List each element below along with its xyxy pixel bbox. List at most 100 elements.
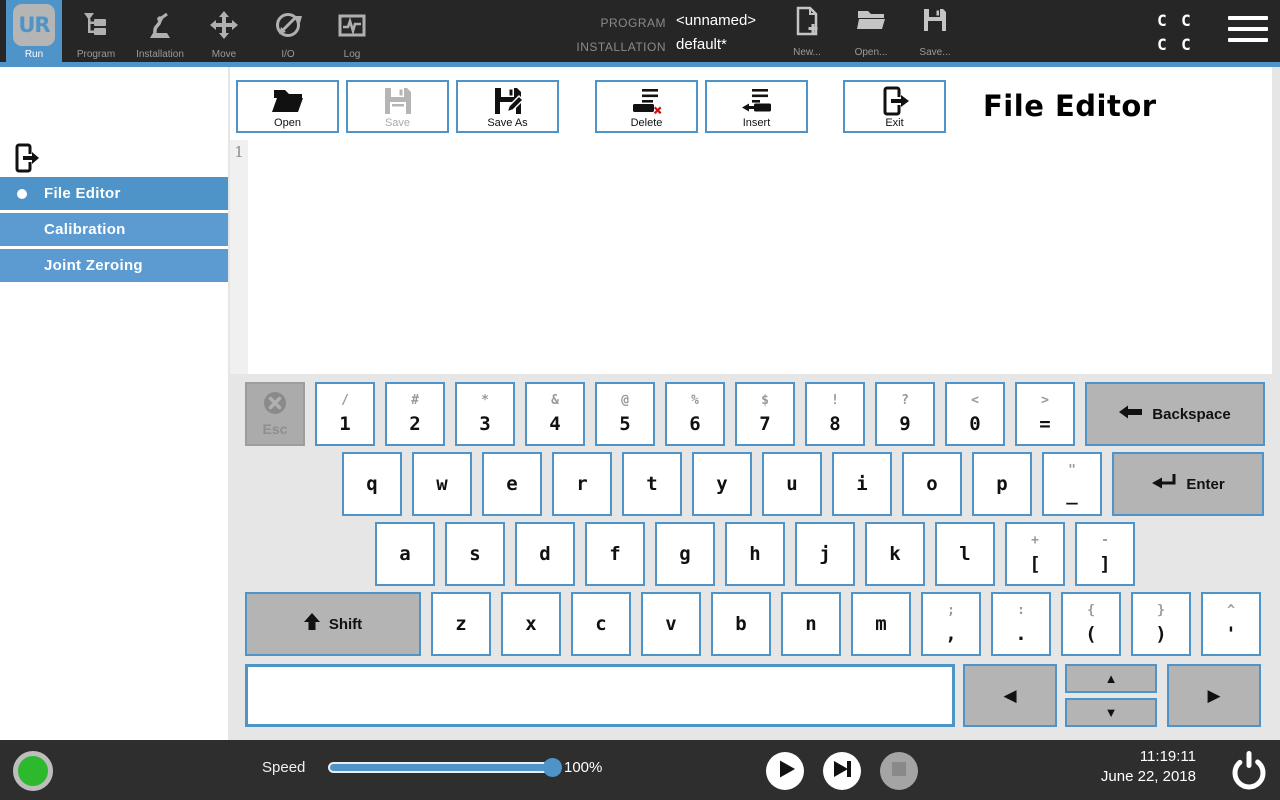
speed-slider-thumb[interactable] xyxy=(543,758,562,777)
tab-run[interactable]: UR Run xyxy=(6,0,62,62)
corner-letter: C xyxy=(1150,35,1174,54)
editor-text-area[interactable] xyxy=(248,140,1272,374)
cursor-right-key[interactable]: ▶ xyxy=(1167,664,1261,727)
keyboard-row-2: qwerty u iop"_ Enter xyxy=(342,452,1264,516)
key-paren-close[interactable]: }) xyxy=(1131,592,1191,656)
sidebar-item-calibration[interactable]: Calibration xyxy=(0,213,228,246)
key-l[interactable]: l xyxy=(935,522,995,586)
tab-installation[interactable]: Installation xyxy=(128,0,192,62)
key-2[interactable]: #2 xyxy=(385,382,445,446)
enter-key-label: Enter xyxy=(1186,476,1224,493)
key-k[interactable]: k xyxy=(865,522,925,586)
key-equals[interactable]: >= xyxy=(1015,382,1075,446)
key-b[interactable]: b xyxy=(711,592,771,656)
key-4[interactable]: &4 xyxy=(525,382,585,446)
key-s[interactable]: s xyxy=(445,522,505,586)
key-period[interactable]: :. xyxy=(991,592,1051,656)
step-button[interactable] xyxy=(823,752,861,790)
save-button[interactable]: Save xyxy=(346,80,449,133)
hamburger-menu-icon[interactable] xyxy=(1228,16,1268,49)
key-g[interactable]: g xyxy=(655,522,715,586)
key-shift-char: / xyxy=(341,394,349,407)
key-apostrophe[interactable]: ^' xyxy=(1201,592,1261,656)
cursor-down-key[interactable]: ▼ xyxy=(1065,698,1157,727)
key-j[interactable]: j xyxy=(795,522,855,586)
key-f[interactable]: f xyxy=(585,522,645,586)
play-button[interactable] xyxy=(766,752,804,790)
tab-io[interactable]: I/O xyxy=(256,0,320,62)
shift-key[interactable]: Shift xyxy=(245,592,421,656)
key-r[interactable]: r xyxy=(552,452,612,516)
sidebar-item-file-editor[interactable]: File Editor xyxy=(0,177,228,210)
robot-status-light[interactable] xyxy=(13,751,53,791)
exit-button[interactable]: Exit xyxy=(843,80,946,133)
key-shift-char: ; xyxy=(947,604,955,617)
move-arrows-icon xyxy=(209,0,239,49)
key-e[interactable]: e xyxy=(482,452,542,516)
key-w[interactable]: w xyxy=(412,452,472,516)
key-i[interactable]: i xyxy=(832,452,892,516)
key-paren-open[interactable]: {( xyxy=(1061,592,1121,656)
esc-key[interactable]: Esc xyxy=(245,382,305,446)
key-h[interactable]: h xyxy=(725,522,785,586)
key-c[interactable]: c xyxy=(571,592,631,656)
tab-program[interactable]: Program xyxy=(64,0,128,62)
key-t[interactable]: t xyxy=(622,452,682,516)
key-7[interactable]: $7 xyxy=(735,382,795,446)
stop-button[interactable] xyxy=(880,752,918,790)
key-8[interactable]: !8 xyxy=(805,382,865,446)
delete-button-label: Delete xyxy=(631,117,663,129)
key-n[interactable]: n xyxy=(781,592,841,656)
keyboard-text-input[interactable] xyxy=(245,664,955,727)
key-1[interactable]: /1 xyxy=(315,382,375,446)
open-button[interactable]: Open xyxy=(236,80,339,133)
key-main-char: = xyxy=(1039,414,1050,434)
backspace-key-label: Backspace xyxy=(1152,406,1230,423)
speed-slider[interactable] xyxy=(328,762,558,773)
key-bracket-close[interactable]: -] xyxy=(1075,522,1135,586)
power-button[interactable] xyxy=(1227,749,1271,793)
key-shift-char: ? xyxy=(901,394,909,407)
key-underscore[interactable]: "_ xyxy=(1042,452,1102,516)
new-program-button[interactable]: New... xyxy=(778,6,836,58)
save-as-button[interactable]: Save As xyxy=(456,80,559,133)
key-comma[interactable]: ;, xyxy=(921,592,981,656)
insert-button[interactable]: Insert xyxy=(705,80,808,133)
tab-log[interactable]: Log xyxy=(320,0,384,62)
key-y[interactable]: y xyxy=(692,452,752,516)
backspace-key[interactable]: Backspace xyxy=(1085,382,1265,446)
open-program-button[interactable]: Open... xyxy=(842,6,900,58)
tab-move[interactable]: Move xyxy=(192,0,256,62)
key-5[interactable]: @5 xyxy=(595,382,655,446)
enter-key[interactable]: Enter xyxy=(1112,452,1264,516)
sidebar: File Editor Calibration Joint Zeroing xyxy=(0,67,228,740)
key-v[interactable]: v xyxy=(641,592,701,656)
key-main-char: [ xyxy=(1029,554,1040,574)
cursor-left-key[interactable]: ◀ xyxy=(963,664,1057,727)
key-x[interactable]: x xyxy=(501,592,561,656)
delete-button[interactable]: Delete xyxy=(595,80,698,133)
key-p[interactable]: p xyxy=(972,452,1032,516)
key-3[interactable]: *3 xyxy=(455,382,515,446)
key-main-char: z xyxy=(455,614,466,634)
cursor-up-key[interactable]: ▲ xyxy=(1065,664,1157,693)
key-u[interactable]: u xyxy=(762,452,822,516)
key-a[interactable]: a xyxy=(375,522,435,586)
sidebar-item-joint-zeroing[interactable]: Joint Zeroing xyxy=(0,249,228,282)
tab-program-label: Program xyxy=(77,49,115,60)
exit-door-icon xyxy=(14,143,40,178)
program-value: <unnamed> xyxy=(676,10,756,34)
key-q[interactable]: q xyxy=(342,452,402,516)
save-program-button[interactable]: Save... xyxy=(906,6,964,58)
key-d[interactable]: d xyxy=(515,522,575,586)
key-bracket-open[interactable]: +[ xyxy=(1005,522,1065,586)
key-o[interactable]: o xyxy=(902,452,962,516)
key-6[interactable]: %6 xyxy=(665,382,725,446)
installation-value: default* xyxy=(676,34,727,58)
key-0[interactable]: <0 xyxy=(945,382,1005,446)
key-9[interactable]: ?9 xyxy=(875,382,935,446)
exit-door-icon xyxy=(880,85,910,117)
key-main-char: u xyxy=(786,474,797,494)
key-m[interactable]: m xyxy=(851,592,911,656)
key-z[interactable]: z xyxy=(431,592,491,656)
